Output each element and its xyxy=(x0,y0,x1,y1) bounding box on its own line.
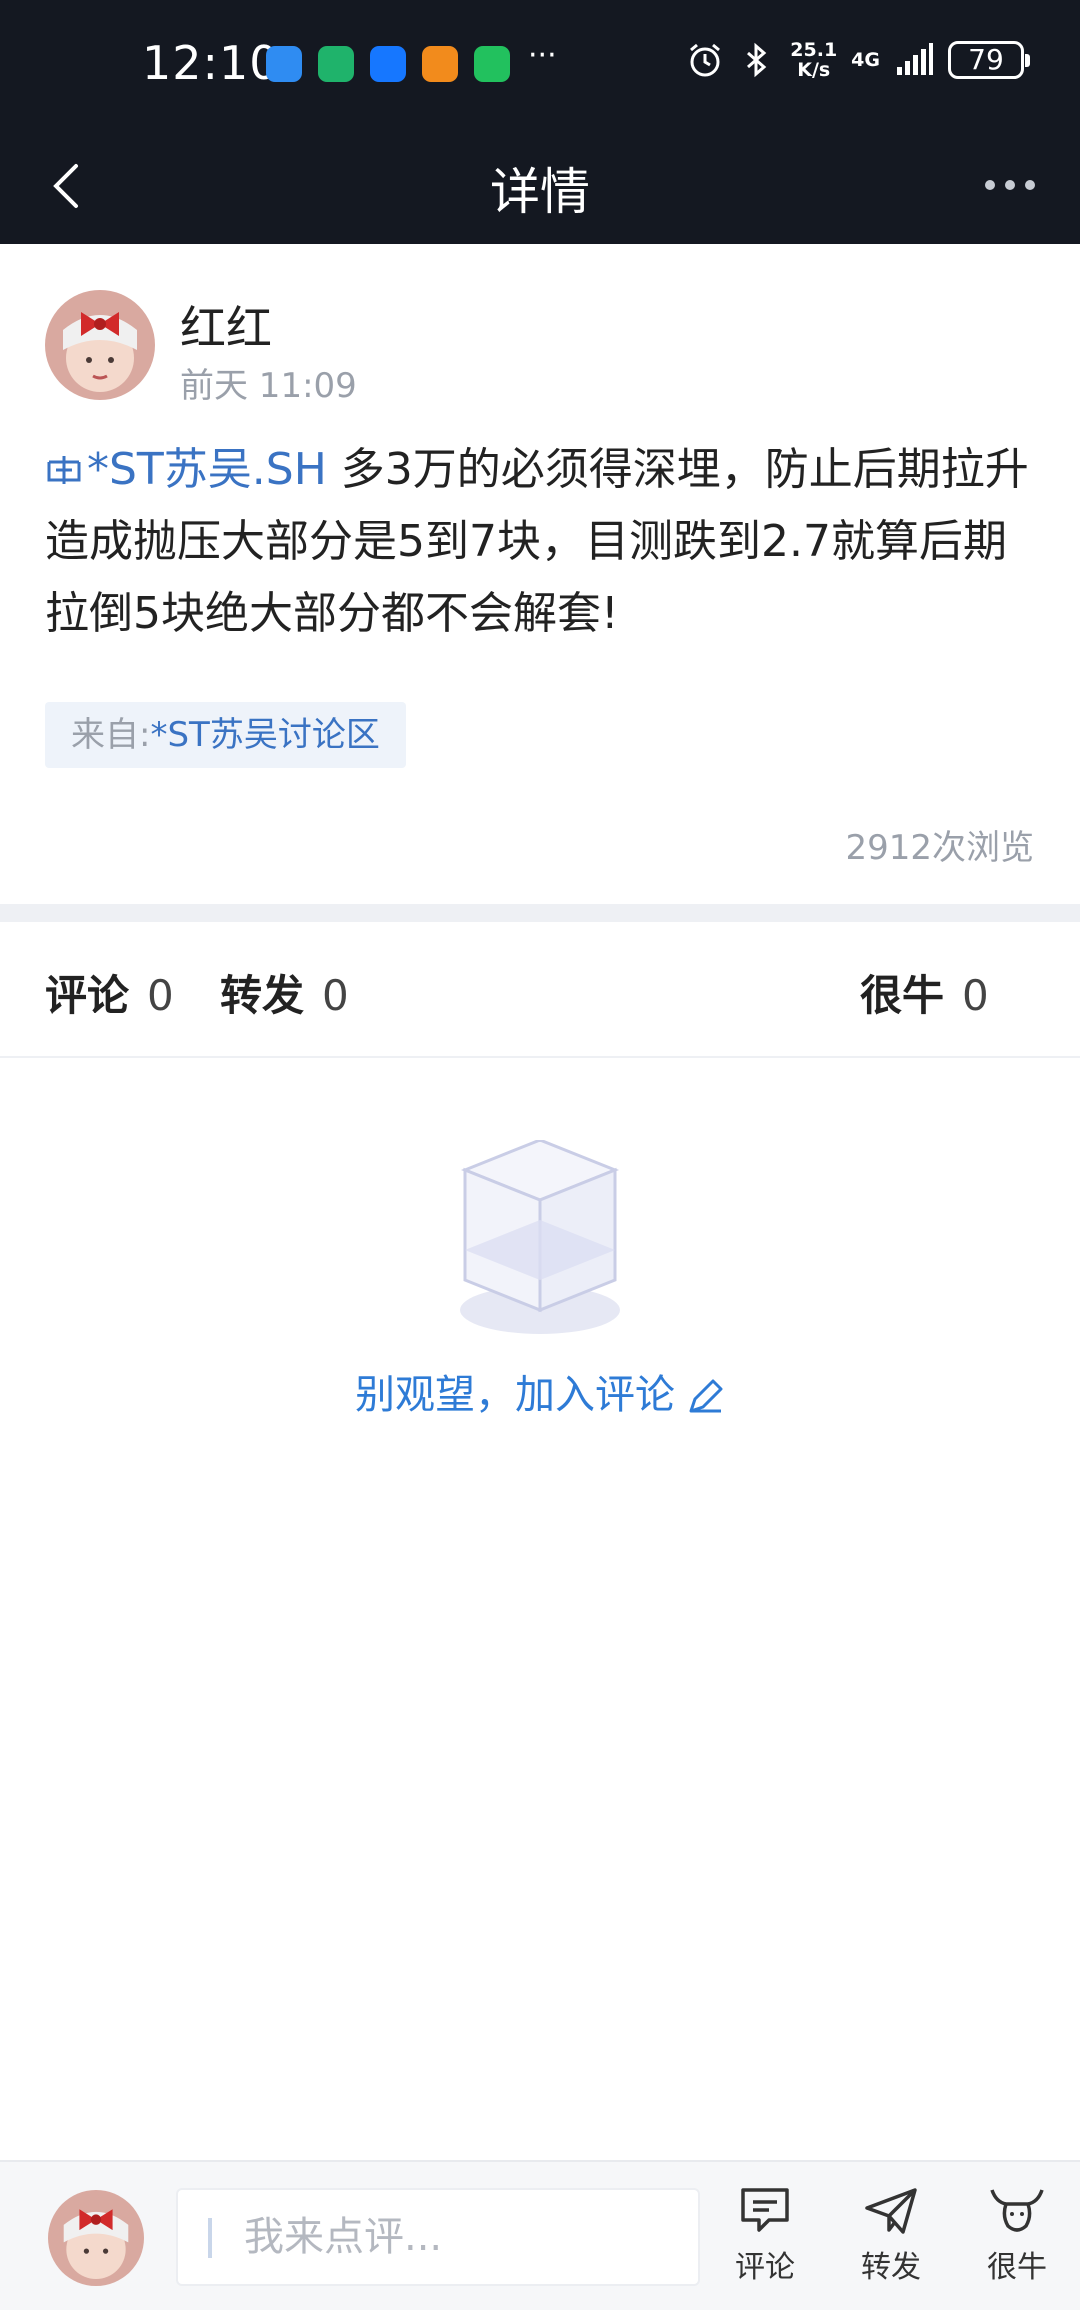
alarm-icon xyxy=(690,43,721,77)
source-tag[interactable]: 来自:*ST苏吴讨论区 xyxy=(45,702,406,768)
avatar-image xyxy=(45,290,155,400)
bluetooth-icon xyxy=(747,42,767,78)
status-time: 12:10 xyxy=(142,36,280,90)
comment-button[interactable]: 评论 xyxy=(720,2186,810,2286)
battery-indicator: 79 xyxy=(948,41,1030,79)
source-forum-link[interactable]: *ST苏吴讨论区 xyxy=(150,715,379,755)
notification-icons xyxy=(266,46,510,82)
tab-reposts[interactable]: 转发 0 xyxy=(220,962,349,1023)
source-label: 来自: xyxy=(71,715,151,755)
wechat-icon xyxy=(474,46,510,82)
network-type: 4G xyxy=(851,49,880,71)
avatar-image xyxy=(48,2190,144,2286)
author-name[interactable]: 红红 xyxy=(180,292,272,358)
join-comment-cta[interactable]: 别观望，加入评论 xyxy=(0,1362,1080,1420)
shopping-app-icon xyxy=(422,46,458,82)
author-avatar[interactable] xyxy=(45,290,155,400)
user-avatar[interactable] xyxy=(48,2190,144,2286)
post-detail: 红红 前天 11:09 *ST苏吴.SH 多3万的必须得深埋，防止后期拉升造成抛… xyxy=(0,244,1080,904)
status-icons: 25.1 K/s 4G 79 xyxy=(686,39,1030,81)
weather-app-icon xyxy=(266,46,302,82)
send-icon xyxy=(865,2188,917,2234)
navigation-app-icon xyxy=(370,46,406,82)
tab-likes[interactable]: 很牛 0 xyxy=(860,962,989,1023)
more-options-icon[interactable] xyxy=(980,170,1040,200)
nav-bar: 详情 xyxy=(0,126,1080,244)
post-time: 前天 11:09 xyxy=(180,366,357,406)
comment-input[interactable]: 我来点评... xyxy=(176,2188,700,2286)
interaction-tabs: 评论 0 转发 0 很牛 0 xyxy=(0,922,1080,1058)
tab-comments[interactable]: 评论 0 xyxy=(45,962,174,1023)
section-divider xyxy=(0,904,1080,922)
status-bar: 12:10 ··· 25.1 K/s 4G 79 xyxy=(0,0,1080,126)
network-speed: 25.1 K/s xyxy=(790,39,838,81)
timer-app-icon xyxy=(318,46,354,82)
view-count: 2912次浏览 xyxy=(845,828,1034,868)
signal-icon xyxy=(897,43,933,75)
comment-icon xyxy=(741,2188,789,2232)
more-notifications-icon: ··· xyxy=(528,38,557,73)
repost-button[interactable]: 转发 xyxy=(846,2186,936,2286)
post-content: *ST苏吴.SH 多3万的必须得深埋，防止后期拉升造成抛压大部分是5到7块，目测… xyxy=(45,434,1040,650)
page-title: 详情 xyxy=(490,163,590,221)
empty-box-icon xyxy=(460,1140,620,1334)
stock-link[interactable]: *ST苏吴.SH xyxy=(45,444,327,495)
stock-tag-icon xyxy=(47,456,81,484)
edit-icon xyxy=(689,1379,723,1413)
bull-icon xyxy=(990,2189,1044,2232)
bottom-action-bar: 我来点评... 评论 转发 很牛 xyxy=(0,2160,1080,2310)
like-button[interactable]: 很牛 xyxy=(972,2186,1062,2286)
